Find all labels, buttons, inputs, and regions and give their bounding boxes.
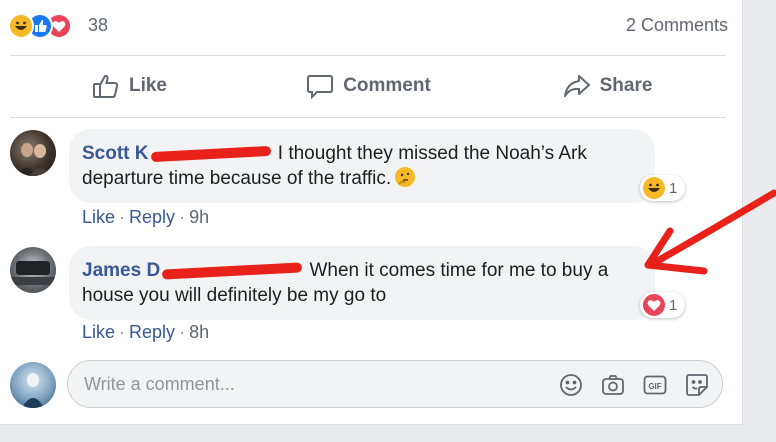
comment-text: When it comes time for me to buy a house… <box>82 260 609 306</box>
comment-composer: Write a comment... GIF <box>0 360 742 412</box>
reaction-summary: 38 2 Comments <box>8 10 728 40</box>
annotation-arrow <box>644 189 776 275</box>
speech-bubble-icon <box>307 75 334 100</box>
like-button[interactable]: Like <box>10 58 248 114</box>
separator: · <box>179 322 186 342</box>
redaction-mark <box>162 262 303 280</box>
reaction-icons[interactable] <box>8 13 88 39</box>
gif-icon[interactable]: GIF <box>642 372 668 398</box>
comment-time[interactable]: 9h <box>189 207 209 227</box>
share-button-label: Share <box>599 75 653 96</box>
comment-bubble: James D When it comes time for me to buy… <box>69 246 655 320</box>
share-button[interactable]: Share <box>488 58 726 114</box>
comment-author[interactable]: James D <box>82 260 160 281</box>
sticker-icon[interactable] <box>684 372 710 398</box>
love-icon <box>643 294 665 316</box>
reaction-count[interactable]: 38 <box>88 15 108 36</box>
comment-reply-link[interactable]: Reply <box>129 322 175 342</box>
comment-text: I thought they missed the Noah’s Ark dep… <box>82 143 587 189</box>
comment-button[interactable]: Comment <box>249 58 487 114</box>
avatar[interactable] <box>10 247 56 293</box>
camera-icon[interactable] <box>600 372 626 398</box>
comment-meta: Like · Reply · 8h <box>82 322 209 343</box>
comment-input[interactable]: Write a comment... GIF <box>67 360 723 408</box>
comment-author[interactable]: Scott K <box>82 143 149 164</box>
haha-icon <box>8 13 34 39</box>
share-arrow-icon <box>563 75 590 97</box>
comment-input-placeholder: Write a comment... <box>84 374 235 394</box>
thumbs-up-icon <box>92 74 119 98</box>
comment-like-link[interactable]: Like <box>82 322 115 342</box>
avatar[interactable] <box>10 130 56 176</box>
redaction-mark <box>150 145 271 163</box>
comment-meta: Like · Reply · 9h <box>82 207 209 228</box>
comment-reaction-count: 1 <box>669 296 678 314</box>
emoji-icon[interactable] <box>558 372 584 398</box>
thinking-face-icon <box>395 167 416 187</box>
divider <box>10 117 726 118</box>
separator: · <box>119 322 126 342</box>
like-button-label: Like <box>128 75 168 96</box>
comment-reaction[interactable]: 1 <box>640 292 686 318</box>
action-bar: Like Comment Share <box>10 58 726 114</box>
comment-reply-link[interactable]: Reply <box>129 207 175 227</box>
separator: · <box>179 207 186 227</box>
separator: · <box>119 207 126 227</box>
comment-time[interactable]: 8h <box>189 322 209 342</box>
comment-bubble: Scott K I thought they missed the Noah’s… <box>69 129 655 203</box>
svg-text:GIF: GIF <box>648 382 661 391</box>
comment-like-link[interactable]: Like <box>82 207 115 227</box>
divider <box>10 55 726 56</box>
comments-count[interactable]: 2 Comments <box>626 15 728 36</box>
comment-button-label: Comment <box>343 75 431 96</box>
avatar[interactable] <box>10 362 56 408</box>
